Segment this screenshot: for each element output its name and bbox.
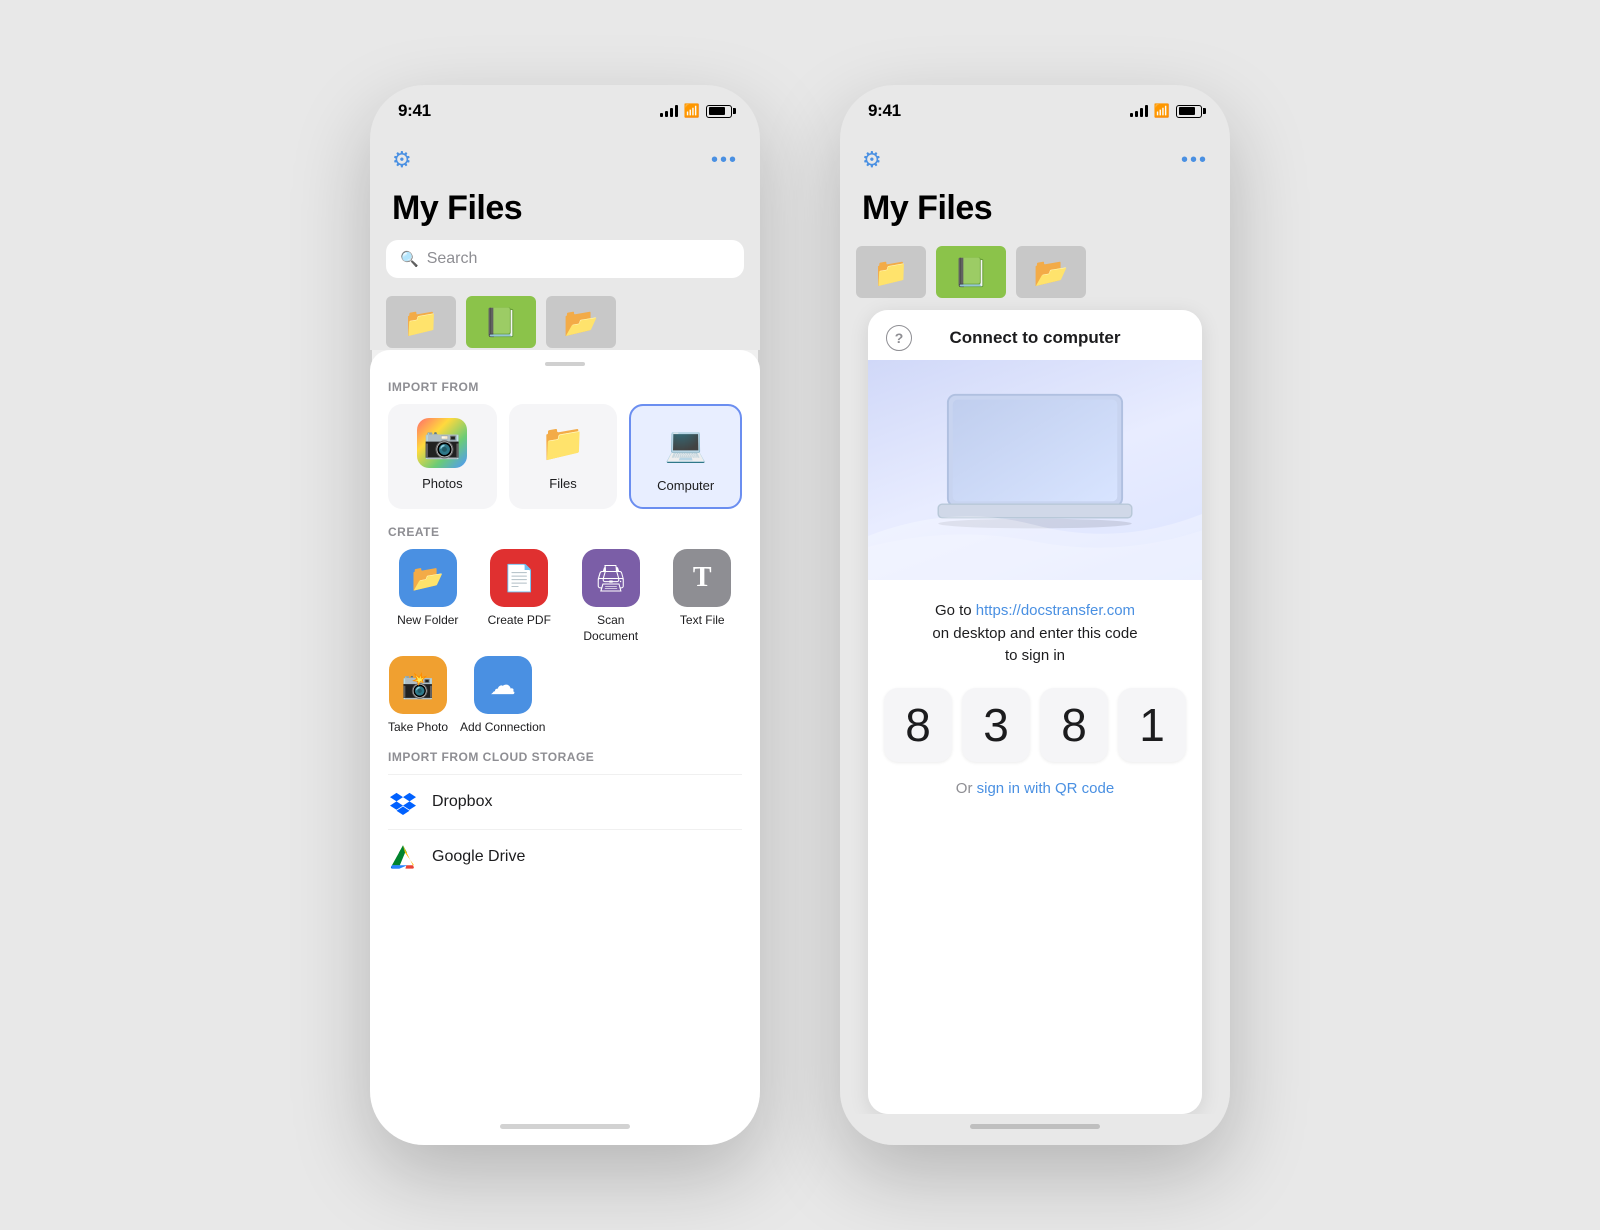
import-section-label: IMPORT FROM bbox=[370, 380, 760, 404]
search-icon-1: 🔍 bbox=[400, 250, 419, 268]
take-photo-icon: 📸 bbox=[389, 656, 447, 714]
folder-preview-2: 📁 📗 📂 bbox=[840, 240, 1230, 300]
home-indicator-1 bbox=[370, 1116, 760, 1145]
computer-icon: 💻 bbox=[661, 420, 711, 470]
wave-bg bbox=[868, 448, 1202, 580]
folder-thumb-1: 📁 bbox=[386, 296, 456, 348]
status-icons-2: 📶 bbox=[1130, 103, 1202, 119]
add-connection-icon: ☁ bbox=[474, 656, 532, 714]
wifi-icon-2: 📶 bbox=[1154, 103, 1170, 119]
settings-icon-1[interactable]: ⚙ bbox=[392, 147, 412, 173]
qr-link-text: Or sign in with QR code bbox=[956, 780, 1114, 797]
folder-thumb-2b: 📗 bbox=[936, 246, 1006, 298]
status-time-1: 9:41 bbox=[398, 101, 431, 121]
more-icon-1[interactable]: ••• bbox=[711, 149, 738, 172]
create-label-photo: Take Photo bbox=[388, 720, 448, 736]
status-time-2: 9:41 bbox=[868, 101, 901, 121]
search-placeholder-1: Search bbox=[427, 250, 478, 268]
settings-icon-2[interactable]: ⚙ bbox=[862, 147, 882, 173]
folder-thumb-2: 📗 bbox=[466, 296, 536, 348]
home-indicator-2 bbox=[840, 1114, 1230, 1145]
nav-bar-1: ⚙ ••• bbox=[370, 137, 760, 185]
cloud-section-label: IMPORT FROM CLOUD STORAGE bbox=[370, 750, 760, 774]
status-bar-1: 9:41 📶 bbox=[370, 85, 760, 137]
qr-link-action[interactable]: sign in with QR code bbox=[977, 780, 1115, 797]
transfer-link[interactable]: https://docstransfer.com bbox=[976, 602, 1135, 619]
cloud-item-gdrive[interactable]: Google Drive bbox=[388, 829, 742, 884]
pdf-icon: 📄 bbox=[490, 549, 548, 607]
text-icon: T bbox=[673, 549, 731, 607]
dropbox-icon bbox=[388, 787, 418, 817]
cloud-section: Dropbox Google Drive bbox=[370, 774, 760, 884]
import-label-files: Files bbox=[549, 476, 576, 491]
create-label-folder: New Folder bbox=[397, 613, 458, 629]
create-label-scan: Scan Document bbox=[571, 613, 651, 644]
folder-preview-row: 📁 📗 📂 bbox=[370, 290, 760, 350]
create-item-photo[interactable]: 📸 Take Photo bbox=[388, 656, 448, 736]
phone-2: 9:41 📶 ⚙ ••• My Files 📁 📗 📂 ? bbox=[840, 85, 1230, 1145]
page-title-2: My Files bbox=[862, 189, 1208, 228]
cloud-label-gdrive: Google Drive bbox=[432, 848, 525, 866]
cloud-label-dropbox: Dropbox bbox=[432, 793, 492, 811]
import-label-computer: Computer bbox=[657, 478, 714, 493]
connect-modal: ? Connect to computer bbox=[868, 310, 1202, 1114]
sheet-handle-1 bbox=[545, 362, 585, 366]
cloud-item-dropbox[interactable]: Dropbox bbox=[388, 774, 742, 829]
signal-icon-2 bbox=[1130, 105, 1148, 117]
create-grid: 📂 New Folder 📄 Create PDF 🖨 Scan Documen… bbox=[370, 549, 760, 648]
create-item-folder[interactable]: 📂 New Folder bbox=[388, 549, 468, 644]
folder-thumb-2a: 📁 bbox=[856, 246, 926, 298]
nav-bar-2: ⚙ ••• bbox=[840, 137, 1230, 185]
import-item-files[interactable]: 📁 Files bbox=[509, 404, 618, 509]
code-digits: 8 3 8 1 bbox=[884, 688, 1186, 762]
code-digit-1: 8 bbox=[884, 688, 952, 762]
create-item-scan[interactable]: 🖨 Scan Document bbox=[571, 549, 651, 644]
create-label-connection: Add Connection bbox=[460, 720, 545, 736]
laptop-area bbox=[868, 360, 1202, 580]
import-item-photos[interactable]: 📷 Photos bbox=[388, 404, 497, 509]
new-folder-icon: 📂 bbox=[399, 549, 457, 607]
import-label-photos: Photos bbox=[422, 476, 462, 491]
photos-icon: 📷 bbox=[417, 418, 467, 468]
help-button[interactable]: ? bbox=[886, 325, 912, 351]
battery-icon bbox=[706, 105, 732, 118]
create-item-text[interactable]: T Text File bbox=[663, 549, 743, 644]
search-input-1[interactable]: 🔍 Search bbox=[386, 240, 744, 278]
code-digit-3: 8 bbox=[1040, 688, 1108, 762]
folder-thumb-3: 📂 bbox=[546, 296, 616, 348]
create-item-pdf[interactable]: 📄 Create PDF bbox=[480, 549, 560, 644]
bottom-sheet-1: IMPORT FROM 📷 Photos 📁 Files 💻 Computer … bbox=[370, 350, 760, 1116]
import-item-computer[interactable]: 💻 Computer bbox=[629, 404, 742, 509]
files-icon: 📁 bbox=[538, 418, 588, 468]
page-title-1: My Files bbox=[392, 189, 738, 228]
title-area-1: My Files bbox=[370, 185, 760, 240]
more-icon-2[interactable]: ••• bbox=[1181, 149, 1208, 172]
phone-1: 9:41 📶 ⚙ ••• My Files 🔍 Search 📁 📗 📂 bbox=[370, 85, 760, 1145]
create-label-pdf: Create PDF bbox=[488, 613, 551, 629]
wifi-icon: 📶 bbox=[684, 103, 700, 119]
create-item-connection[interactable]: ☁ Add Connection bbox=[460, 656, 545, 736]
folder-thumb-2c: 📂 bbox=[1016, 246, 1086, 298]
modal-title: Connect to computer bbox=[950, 328, 1121, 348]
code-section: Go to https://docstransfer.comon desktop… bbox=[868, 580, 1202, 1114]
modal-wrapper: ? Connect to computer bbox=[840, 300, 1230, 1114]
scan-icon: 🖨 bbox=[582, 549, 640, 607]
battery-icon-2 bbox=[1176, 105, 1202, 118]
gdrive-icon bbox=[388, 842, 418, 872]
create-row2: 📸 Take Photo ☁ Add Connection bbox=[370, 648, 760, 750]
modal-header: ? Connect to computer bbox=[868, 310, 1202, 360]
help-icon: ? bbox=[895, 330, 904, 346]
status-icons-1: 📶 bbox=[660, 103, 732, 119]
create-label-text: Text File bbox=[680, 613, 725, 629]
code-digit-2: 3 bbox=[962, 688, 1030, 762]
title-area-2: My Files bbox=[840, 185, 1230, 240]
status-bar-2: 9:41 📶 bbox=[840, 85, 1230, 137]
signal-icon bbox=[660, 105, 678, 117]
import-grid: 📷 Photos 📁 Files 💻 Computer bbox=[370, 404, 760, 525]
code-instruction: Go to https://docstransfer.comon desktop… bbox=[932, 600, 1137, 668]
code-digit-4: 1 bbox=[1118, 688, 1186, 762]
search-bar-1: 🔍 Search bbox=[370, 240, 760, 290]
create-section-label: CREATE bbox=[370, 525, 760, 549]
